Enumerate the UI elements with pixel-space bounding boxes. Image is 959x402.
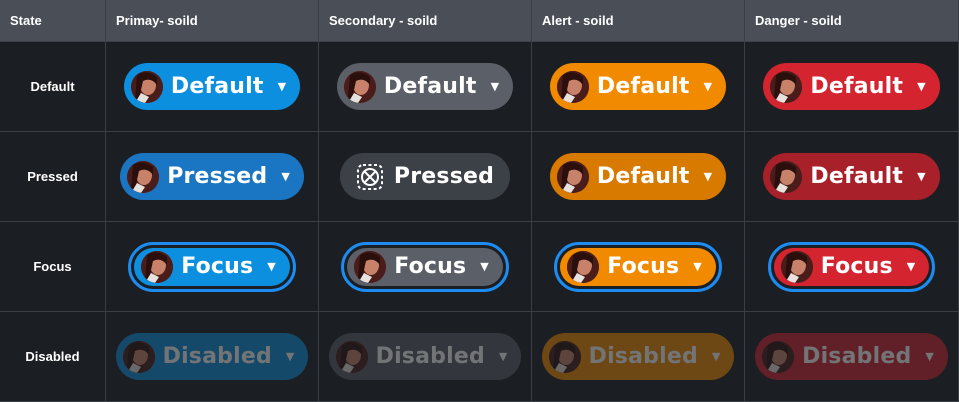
cell-danger-disabled: Disabled ▼ <box>745 312 959 402</box>
header-primary: Primay- soild <box>106 0 319 42</box>
avatar-icon <box>770 70 803 103</box>
avatar-icon <box>141 250 174 283</box>
cell-primary-focus: Focus ▼ <box>106 222 319 312</box>
primary-focus-button[interactable]: Focus ▼ <box>134 247 290 286</box>
row-label-default: Default <box>0 42 106 132</box>
cell-secondary-default: Default ▼ <box>319 42 532 132</box>
button-label: Focus <box>181 254 254 279</box>
cell-primary-disabled: Disabled ▼ <box>106 312 319 402</box>
primary-pressed-button[interactable]: Pressed ▼ <box>120 153 304 200</box>
header-secondary: Secondary - soild <box>319 0 532 42</box>
row-label-pressed: Pressed <box>0 132 106 222</box>
secondary-default-button[interactable]: Default ▼ <box>336 63 514 110</box>
cell-secondary-pressed: Pressed <box>319 132 532 222</box>
avatar-icon <box>780 250 813 283</box>
caret-down-icon: ▼ <box>490 80 500 93</box>
cell-secondary-focus: Focus ▼ <box>319 222 532 312</box>
avatar-icon <box>130 70 163 103</box>
button-label: Default <box>596 164 690 189</box>
danger-default-button[interactable]: Default ▼ <box>763 63 940 110</box>
caret-down-icon: ▼ <box>281 170 290 183</box>
avatar-icon <box>127 160 160 193</box>
caret-down-icon: ▼ <box>917 80 926 93</box>
caret-down-icon: ▼ <box>917 170 926 183</box>
button-label: Focus <box>820 254 893 279</box>
button-label: Disabled <box>375 344 485 369</box>
cell-primary-pressed: Pressed ▼ <box>106 132 319 222</box>
alert-pressed-button[interactable]: Default ▼ <box>549 153 727 200</box>
caret-down-icon: ▼ <box>285 350 295 363</box>
row-label-disabled: Disabled <box>0 312 106 402</box>
button-label: Default <box>383 74 477 99</box>
caret-down-icon: ▼ <box>925 350 934 363</box>
cell-danger-pressed: Default ▼ <box>745 132 959 222</box>
button-label: Default <box>810 164 904 189</box>
cell-alert-default: Default ▼ <box>532 42 745 132</box>
caret-down-icon: ▼ <box>703 80 713 93</box>
cell-danger-focus: Focus ▼ <box>745 222 959 312</box>
header-state: State <box>0 0 106 42</box>
button-states-table: State Primay- soild Secondary - soild Al… <box>0 0 959 402</box>
caret-down-icon: ▼ <box>267 260 276 273</box>
caret-down-icon: ▼ <box>906 260 916 273</box>
caret-down-icon: ▼ <box>693 260 702 273</box>
button-label: Default <box>170 74 264 99</box>
secondary-disabled-button[interactable]: Disabled ▼ <box>328 333 522 380</box>
secondary-focus-button[interactable]: Focus ▼ <box>347 247 503 286</box>
danger-focus-button[interactable]: Focus ▼ <box>773 247 930 286</box>
focus-ring: Focus ▼ <box>554 241 722 292</box>
secondary-pressed-button[interactable]: Pressed <box>339 153 511 200</box>
alert-disabled-button[interactable]: Disabled ▼ <box>541 333 735 380</box>
focus-ring: Focus ▼ <box>128 241 296 292</box>
focus-ring: Focus ▼ <box>341 241 509 292</box>
avatar-icon <box>762 340 795 373</box>
primary-default-button[interactable]: Default ▼ <box>123 63 301 110</box>
cell-danger-default: Default ▼ <box>745 42 959 132</box>
header-alert: Alert - soild <box>532 0 745 42</box>
alert-focus-button[interactable]: Focus ▼ <box>560 247 716 286</box>
focus-ring: Focus ▼ <box>767 241 936 292</box>
placeholder-icon <box>354 161 386 193</box>
caret-down-icon: ▼ <box>711 350 721 363</box>
avatar-icon <box>122 340 155 373</box>
cell-secondary-disabled: Disabled ▼ <box>319 312 532 402</box>
cell-primary-default: Default ▼ <box>106 42 319 132</box>
button-label: Disabled <box>588 344 698 369</box>
button-label: Focus <box>394 254 467 279</box>
header-danger: Danger - soild <box>745 0 959 42</box>
alert-default-button[interactable]: Default ▼ <box>549 63 727 110</box>
button-label: Focus <box>607 254 680 279</box>
button-label: Disabled <box>802 344 912 369</box>
button-label: Pressed <box>393 164 495 189</box>
primary-disabled-button[interactable]: Disabled ▼ <box>115 333 309 380</box>
cell-alert-pressed: Default ▼ <box>532 132 745 222</box>
danger-disabled-button[interactable]: Disabled ▼ <box>755 333 948 380</box>
avatar-icon <box>354 250 387 283</box>
avatar-icon <box>567 250 600 283</box>
button-label: Default <box>810 74 904 99</box>
button-label: Default <box>596 74 690 99</box>
caret-down-icon: ▼ <box>498 350 508 363</box>
avatar-icon <box>770 160 803 193</box>
caret-down-icon: ▼ <box>480 260 489 273</box>
cell-alert-focus: Focus ▼ <box>532 222 745 312</box>
caret-down-icon: ▼ <box>277 80 287 93</box>
avatar-icon <box>335 340 368 373</box>
button-label: Disabled <box>162 344 272 369</box>
avatar-icon <box>343 70 376 103</box>
avatar-icon <box>548 340 581 373</box>
button-label: Pressed <box>167 164 268 189</box>
cell-alert-disabled: Disabled ▼ <box>532 312 745 402</box>
row-label-focus: Focus <box>0 222 106 312</box>
caret-down-icon: ▼ <box>703 170 713 183</box>
avatar-icon <box>556 70 589 103</box>
avatar-icon <box>556 160 589 193</box>
danger-pressed-button[interactable]: Default ▼ <box>763 153 940 200</box>
